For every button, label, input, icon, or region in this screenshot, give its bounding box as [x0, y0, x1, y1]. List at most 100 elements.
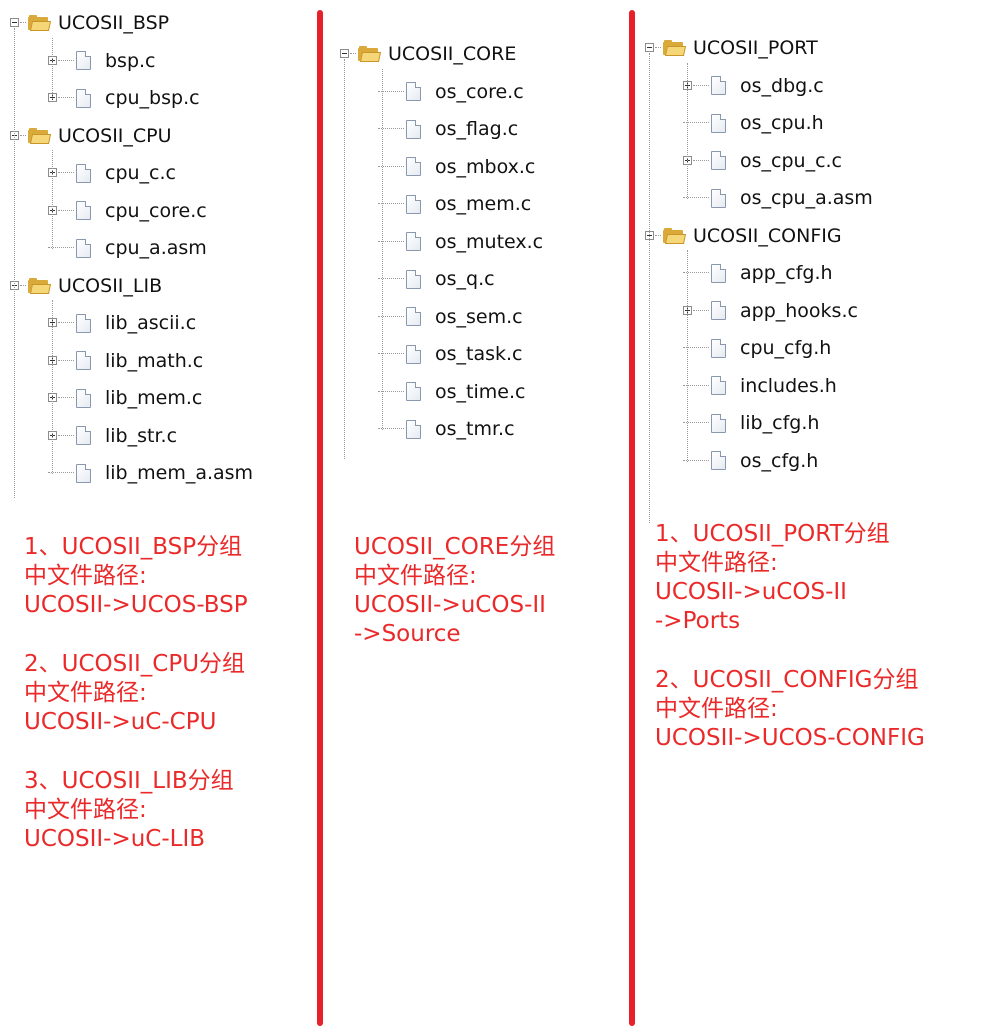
tree-connector: [20, 284, 26, 286]
tree-file-label: os_cpu_a.asm: [740, 187, 873, 209]
path-note-line: 中文件路径:: [24, 563, 147, 589]
tree-group-row[interactable]: UCOSII_BSP: [10, 6, 169, 40]
path-note-line: UCOSII->UCOS-BSP: [24, 592, 248, 618]
tree-file-row[interactable]: os_tmr.c: [378, 412, 515, 446]
tree-file-row[interactable]: lib_mem_a.asm: [48, 456, 253, 490]
folder-icon: [28, 127, 52, 144]
tree-connector: [350, 53, 356, 54]
tree-group-row[interactable]: UCOSII_LIB: [10, 269, 162, 303]
tree-file-label: os_cfg.h: [740, 449, 819, 472]
tree-file-row[interactable]: lib_cfg.h: [683, 406, 819, 440]
folder-icon: [28, 15, 52, 31]
tree-file-label: os_tmr.c: [435, 418, 515, 440]
file-icon: [406, 194, 421, 214]
tree-file-row[interactable]: os_dbg.c: [683, 69, 824, 103]
tree-file-label: os_flag.c: [435, 118, 519, 140]
tree-group-row[interactable]: UCOSII_PORT: [645, 31, 818, 65]
tree-file-label: cpu_c.c: [105, 162, 176, 184]
tree-file-row[interactable]: cpu_core.c: [48, 194, 207, 228]
tree-connector: [58, 322, 74, 323]
file-icon: [711, 413, 726, 433]
tree-file-row[interactable]: lib_math.c: [48, 344, 203, 378]
tree-file-label: cpu_core.c: [105, 199, 207, 222]
file-icon: [76, 388, 91, 408]
file-icon: [76, 88, 91, 108]
tree-file-label: os_core.c: [435, 80, 524, 103]
tree-file-row[interactable]: app_cfg.h: [683, 256, 833, 290]
tree-file-label: lib_mem.c: [105, 387, 203, 409]
red-divider-line: [317, 10, 323, 1026]
tree-file-row[interactable]: os_mem.c: [378, 187, 531, 221]
tree-file-row[interactable]: os_sem.c: [378, 300, 523, 334]
tree-file-label: lib_ascii.c: [105, 312, 197, 334]
tree-file-row[interactable]: os_cpu_c.c: [683, 144, 842, 178]
tree-group-label: UCOSII_BSP: [58, 12, 170, 34]
tree-connector: [58, 397, 74, 398]
path-note-line: 中文件路径:: [24, 680, 147, 706]
collapse-toggle-icon[interactable]: [645, 43, 654, 52]
tree-file-row[interactable]: lib_str.c: [48, 419, 177, 453]
tree-connector: [52, 300, 53, 474]
tree-connector: [655, 234, 661, 236]
path-note-line: UCOSII->uCOS-II: [655, 579, 847, 605]
tree-file-label: os_cpu_c.c: [740, 149, 843, 172]
collapse-toggle-icon[interactable]: [340, 49, 349, 58]
path-note-line: 2、UCOSII_CONFIG分组: [655, 667, 919, 693]
tree-file-row[interactable]: os_q.c: [378, 262, 495, 296]
path-note-line: UCOSII->uC-LIB: [24, 826, 206, 852]
tree-file-label: os_cpu.h: [740, 112, 824, 134]
file-icon: [406, 157, 421, 176]
file-icon: [711, 301, 726, 320]
tree-group-row[interactable]: UCOSII_CPU: [10, 119, 172, 153]
file-icon: [406, 419, 421, 439]
tree-file-label: app_cfg.h: [740, 262, 833, 284]
tree-file-row[interactable]: os_flag.c: [378, 112, 518, 146]
tree-file-label: os_task.c: [435, 343, 523, 365]
collapse-toggle-icon[interactable]: [10, 18, 19, 27]
file-icon: [406, 119, 421, 139]
tree-connector: [649, 53, 650, 523]
tree-file-row[interactable]: includes.h: [683, 369, 837, 403]
tree-file-row[interactable]: os_cpu.h: [683, 106, 824, 140]
tree-group-row[interactable]: UCOSII_CORE: [340, 37, 516, 71]
file-icon: [406, 232, 421, 251]
tree-file-row[interactable]: cpu_c.c: [48, 156, 176, 190]
tree-file-row[interactable]: app_hooks.c: [683, 294, 858, 328]
tree-connector: [344, 59, 345, 459]
tree-file-row[interactable]: cpu_cfg.h: [683, 331, 831, 365]
path-note-line: UCOSII->uC-CPU: [24, 709, 217, 735]
path-note-line: ->Source: [354, 621, 461, 647]
tree-file-row[interactable]: os_core.c: [378, 75, 524, 109]
tree-connector: [58, 59, 74, 61]
tree-file-label: includes.h: [740, 374, 837, 397]
file-icon: [76, 463, 91, 483]
tree-file-row[interactable]: lib_ascii.c: [48, 306, 196, 340]
folder-icon: [28, 277, 52, 294]
tree-connector: [20, 22, 26, 23]
tree-file-label: os_sem.c: [435, 305, 523, 328]
tree-file-label: lib_str.c: [105, 424, 178, 447]
folder-icon: [358, 46, 382, 62]
tree-group-row[interactable]: UCOSII_CONFIG: [645, 219, 842, 253]
tree-file-row[interactable]: cpu_bsp.c: [48, 81, 200, 115]
tree-file-row[interactable]: os_mutex.c: [378, 225, 543, 259]
tree-file-row[interactable]: bsp.c: [48, 44, 156, 78]
tree-file-row[interactable]: os_time.c: [378, 375, 525, 409]
tree-file-row[interactable]: os_cpu_a.asm: [683, 181, 873, 215]
path-note-line: 中文件路径:: [655, 550, 778, 576]
tree-connector: [20, 134, 26, 136]
tree-file-label: os_mem.c: [435, 193, 532, 215]
tree-file-row[interactable]: os_task.c: [378, 337, 523, 371]
tree-connector: [58, 359, 74, 361]
file-icon: [76, 201, 91, 220]
tree-file-row[interactable]: cpu_a.asm: [48, 231, 207, 265]
tree-file-row[interactable]: os_mbox.c: [378, 150, 535, 184]
file-icon: [76, 238, 91, 258]
tree-file-label: os_mbox.c: [435, 155, 536, 178]
tree-file-label: cpu_cfg.h: [740, 337, 832, 359]
tree-file-row[interactable]: os_cfg.h: [683, 444, 818, 478]
tree-file-row[interactable]: lib_mem.c: [48, 381, 202, 415]
tree-connector: [52, 150, 53, 249]
file-icon: [76, 351, 91, 370]
tree-file-label: lib_cfg.h: [740, 412, 820, 434]
